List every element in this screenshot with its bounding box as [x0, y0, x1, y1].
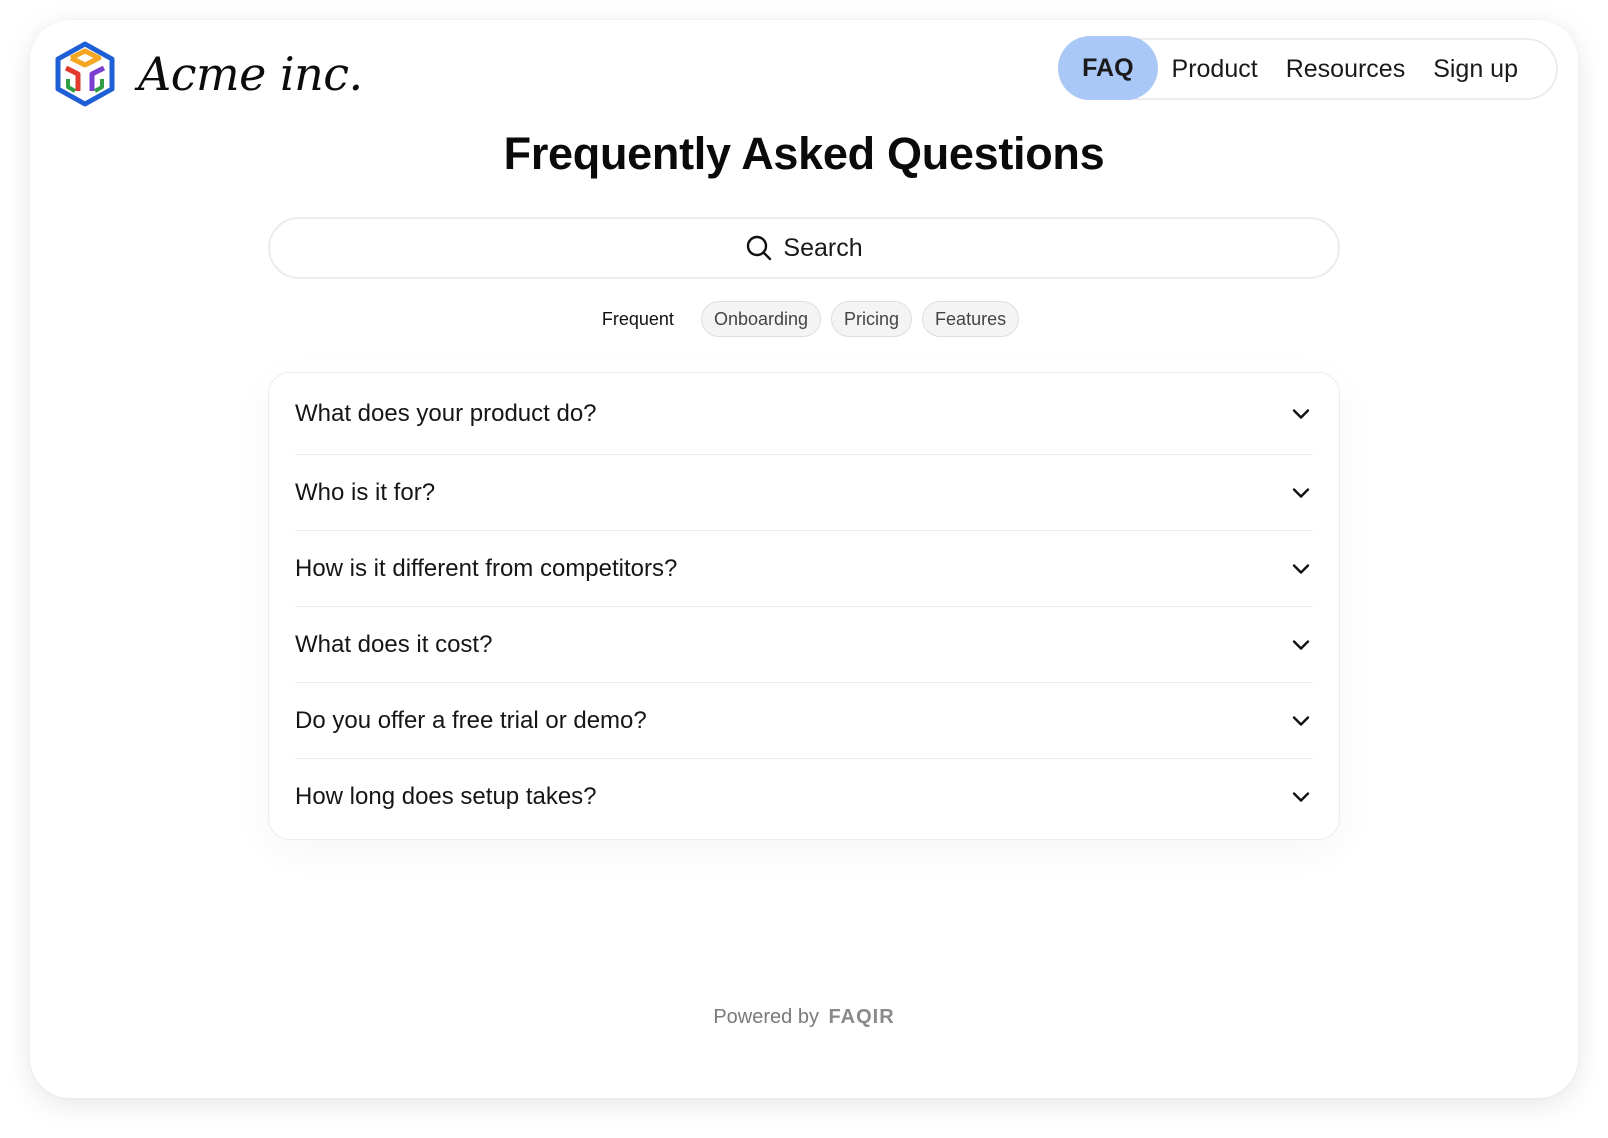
- filter-chip-onboarding[interactable]: Onboarding: [700, 301, 822, 337]
- filter-chip-pricing[interactable]: Pricing: [831, 301, 913, 337]
- chevron-down-icon: [1292, 639, 1310, 650]
- chevron-down-icon: [1292, 715, 1310, 726]
- nav-item-faq[interactable]: FAQ: [1058, 36, 1158, 100]
- faq-question: How long does setup takes?: [295, 782, 597, 810]
- nav-item-resources[interactable]: Resources: [1272, 38, 1420, 100]
- faq-item[interactable]: Who is it for?: [295, 455, 1313, 531]
- cube-logo-icon: [55, 41, 115, 107]
- page-title: Frequently Asked Questions: [503, 128, 1105, 179]
- page-card: Acme inc. FAQ Product Resources Sign up …: [30, 20, 1578, 1098]
- chevron-down-icon: [1292, 563, 1310, 574]
- faq-question: Do you offer a free trial or demo?: [295, 706, 647, 734]
- faq-item[interactable]: What does it cost?: [295, 607, 1313, 683]
- footer: Powered by FAQIR: [30, 1006, 1578, 1029]
- faq-question: What does it cost?: [295, 630, 493, 658]
- faq-item[interactable]: How long does setup takes?: [295, 759, 1313, 834]
- footer-prefix: Powered by: [713, 1006, 819, 1028]
- footer-brand-link[interactable]: FAQIR: [829, 1006, 895, 1028]
- faq-item[interactable]: What does your product do?: [295, 373, 1313, 455]
- filter-chips: Frequent Onboarding Pricing Features: [30, 301, 1578, 337]
- nav-item-product[interactable]: Product: [1158, 38, 1272, 100]
- faq-item[interactable]: Do you offer a free trial or demo?: [295, 683, 1313, 759]
- faq-question: What does your product do?: [295, 399, 597, 427]
- chevron-down-icon: [1292, 791, 1310, 802]
- faq-question: Who is it for?: [295, 478, 436, 506]
- brand[interactable]: Acme inc.: [54, 41, 363, 107]
- faq-list: What does your product do? Who is it for…: [268, 372, 1340, 840]
- filter-chip-features[interactable]: Features: [922, 301, 1020, 337]
- search-icon: [747, 235, 772, 261]
- faq-item[interactable]: How is it different from competitors?: [295, 531, 1313, 607]
- search-placeholder: Search: [783, 233, 863, 262]
- brand-name: Acme inc.: [138, 47, 363, 101]
- nav-item-sign-up[interactable]: Sign up: [1419, 38, 1532, 100]
- filter-chip-frequent[interactable]: Frequent: [589, 301, 687, 337]
- top-nav: FAQ Product Resources Sign up: [1058, 36, 1558, 100]
- chevron-down-icon: [1292, 408, 1310, 419]
- chevron-down-icon: [1292, 487, 1310, 498]
- faq-question: How is it different from competitors?: [295, 554, 678, 582]
- search-input[interactable]: Search: [268, 217, 1340, 279]
